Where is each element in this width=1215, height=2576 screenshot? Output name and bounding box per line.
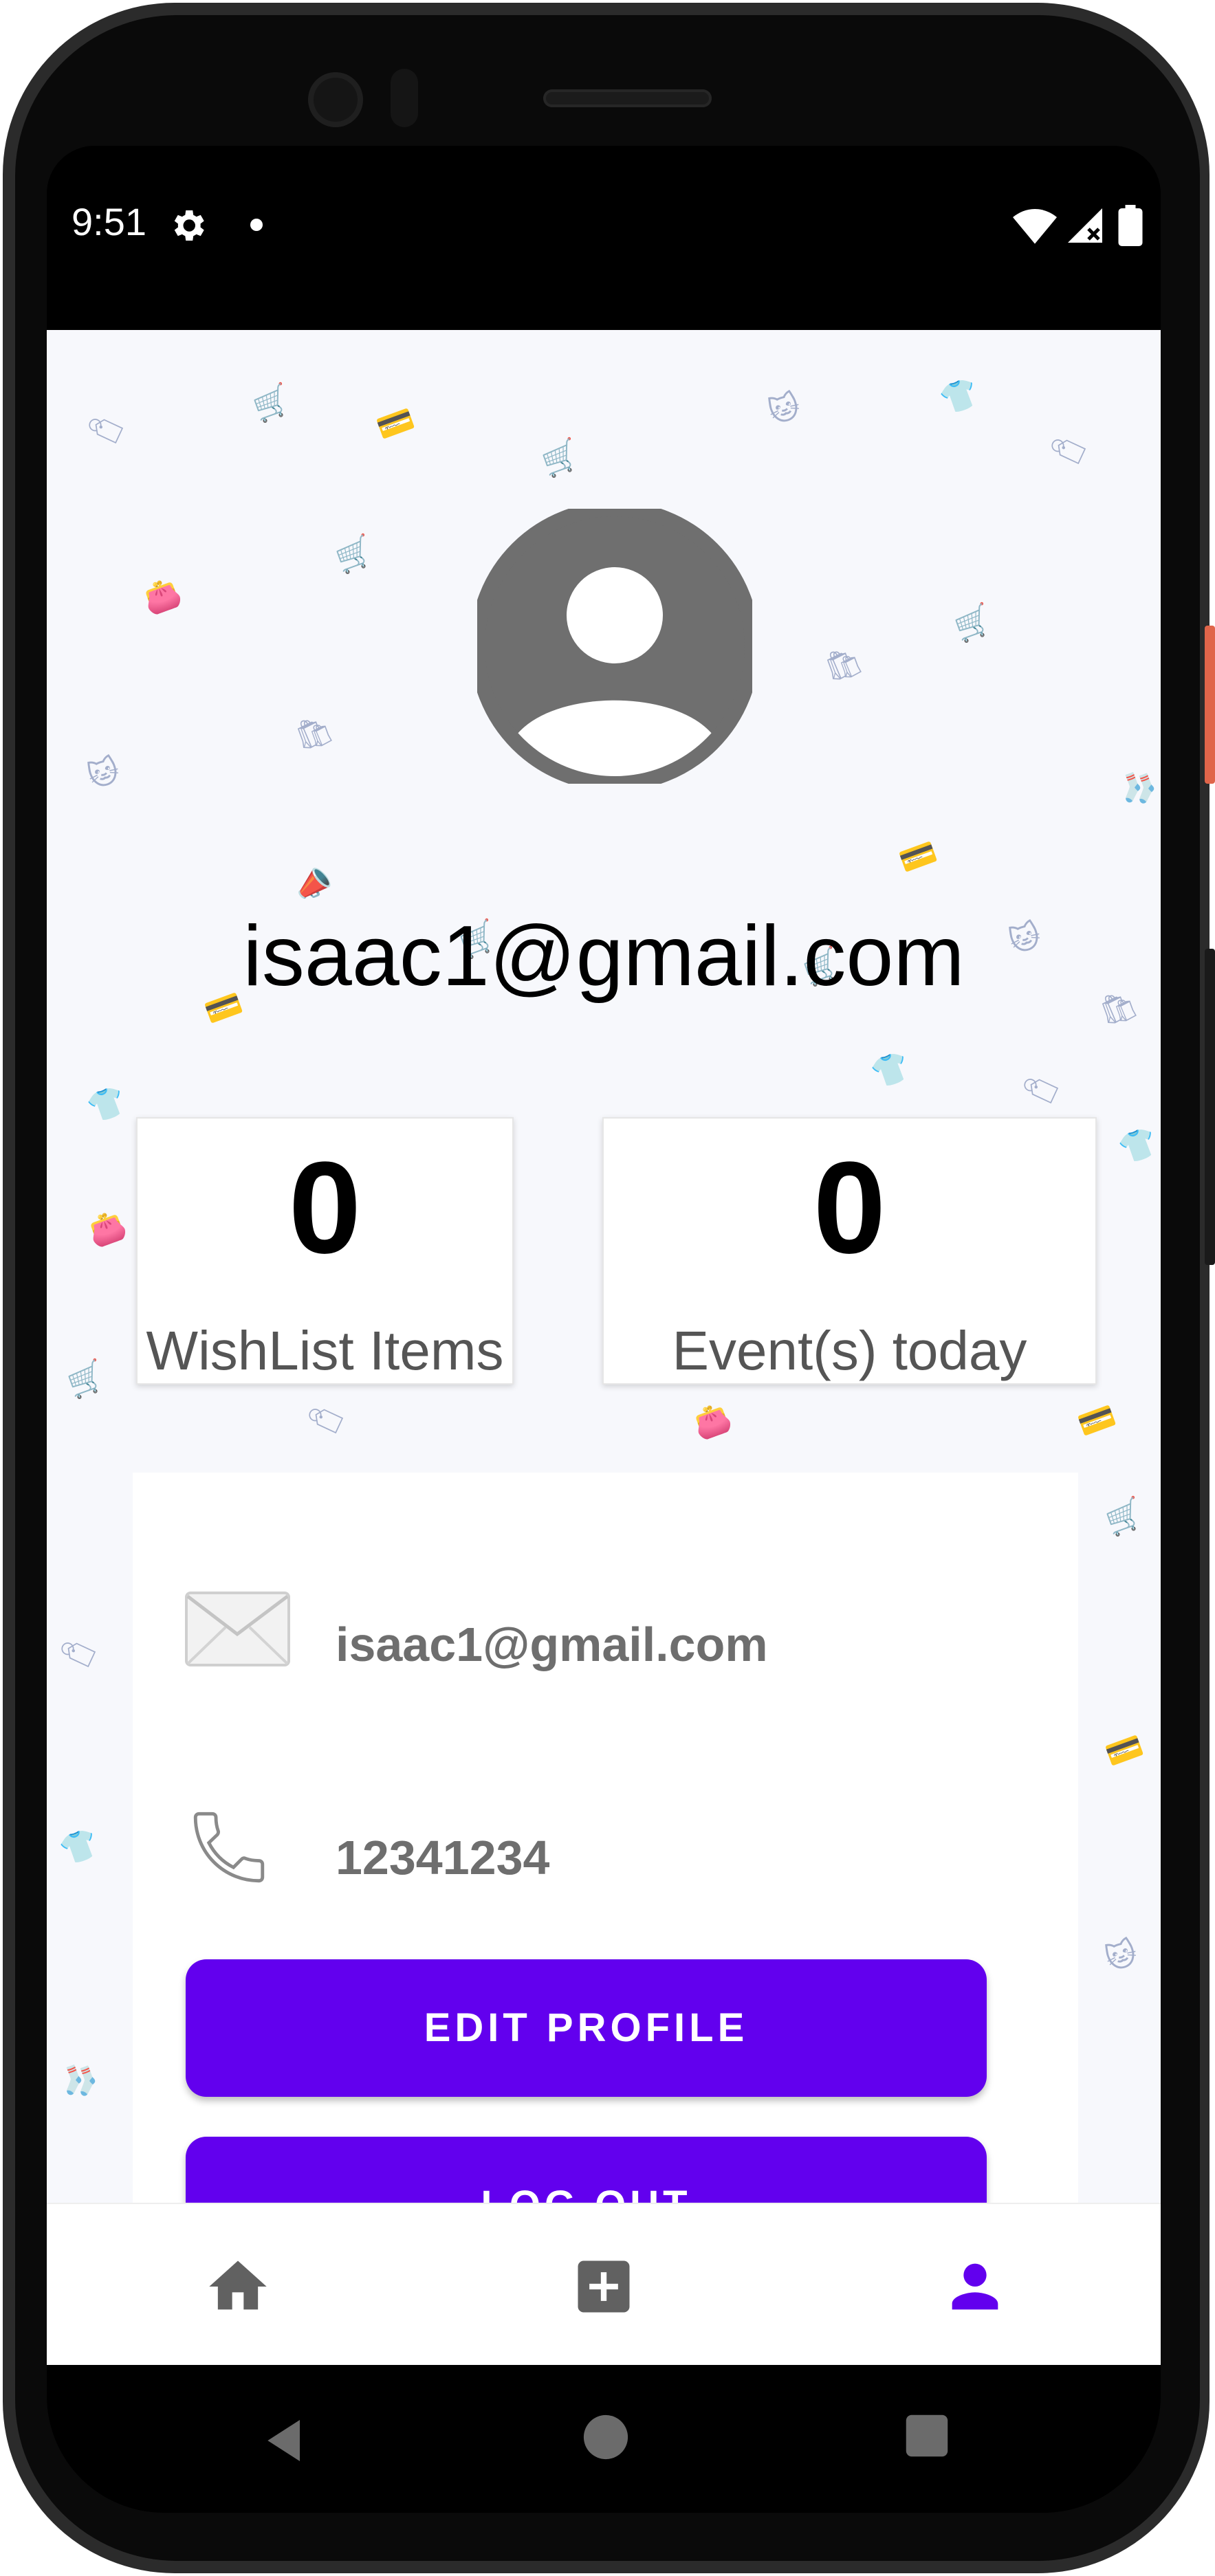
phone-icon [193, 1812, 265, 1883]
wishlist-label: WishList Items [146, 1320, 504, 1381]
earpiece-speaker [543, 89, 712, 107]
screen: 9:51 🛒 🏷 🛒 💳 🛒 🐱 👕 🏷 👛 🛍 🛒 🐱 🛍 🧦 📣 🛒 🛒 💳… [47, 146, 1161, 2365]
phone-row: 12341234 [133, 1789, 1078, 1926]
wishlist-count: 0 [288, 1135, 362, 1281]
edit-profile-button[interactable]: EDIT PROFILE [186, 1959, 987, 2097]
phone-value: 12341234 [336, 1831, 550, 1884]
contact-info-panel: isaac1@gmail.com 12341234 [133, 1473, 1078, 2212]
phone-device: 9:51 🛒 🏷 🛒 💳 🛒 🐱 👕 🏷 👛 🛍 🛒 🐱 🛍 🧦 📣 🛒 🛒 💳… [0, 0, 1215, 2576]
back-icon[interactable] [259, 2413, 314, 2468]
add-box-icon[interactable] [569, 2252, 638, 2321]
system-navigation-bar [47, 2365, 1161, 2513]
battery-icon [1118, 205, 1143, 246]
home-icon[interactable] [204, 2252, 272, 2321]
profile-email-heading: isaac1@gmail.com [243, 909, 965, 1004]
events-count: 0 [813, 1135, 886, 1281]
bottom-navigation [47, 2203, 1161, 2365]
wishlist-card[interactable]: 0 WishList Items [136, 1117, 514, 1385]
signal-icon [1068, 208, 1102, 243]
person-icon[interactable] [941, 2252, 1009, 2321]
status-time: 9:51 [72, 200, 146, 243]
profile-screen: 🛒 🏷 🛒 💳 🛒 🐱 👕 🏷 👛 🛍 🛒 🐱 🛍 🧦 📣 🛒 🛒 💳 🐱 🛍 … [47, 330, 1161, 2365]
status-bar: 9:51 [47, 146, 1161, 330]
power-button [1205, 626, 1215, 784]
events-card[interactable]: 0 Event(s) today [602, 1117, 1097, 1385]
front-camera [308, 72, 363, 127]
envelope-icon [185, 1592, 290, 1666]
proximity-sensor [391, 69, 418, 127]
notification-dot-icon [250, 219, 263, 231]
wifi-icon [1013, 209, 1057, 244]
volume-button [1205, 949, 1215, 1265]
settings-gear-icon [174, 210, 204, 241]
events-label: Event(s) today [672, 1320, 1027, 1381]
home-circle-icon[interactable] [582, 2413, 630, 2461]
recents-square-icon[interactable] [904, 2413, 950, 2458]
email-row: isaac1@gmail.com [133, 1576, 1078, 1713]
avatar-icon[interactable] [477, 509, 752, 784]
email-value: isaac1@gmail.com [336, 1618, 768, 1671]
